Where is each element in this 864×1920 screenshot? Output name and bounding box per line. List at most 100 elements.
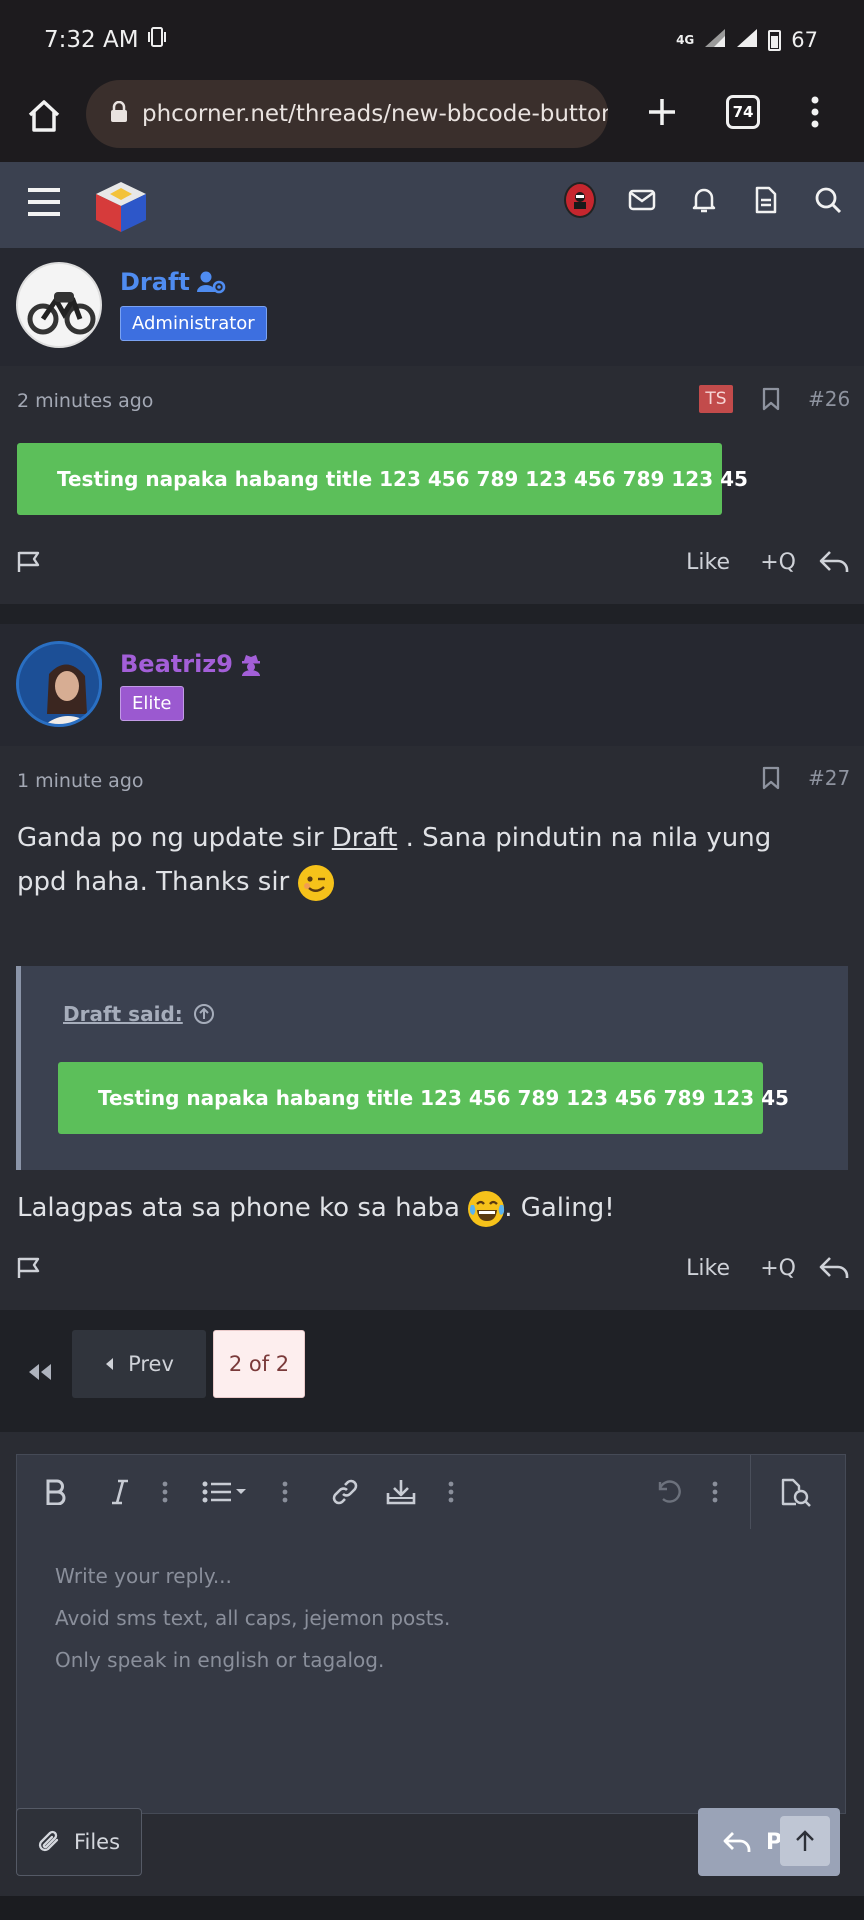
wink-emoji-icon bbox=[297, 864, 334, 901]
more-vert-icon bbox=[282, 1481, 288, 1503]
site-logo[interactable] bbox=[92, 178, 150, 236]
insert-link-button[interactable] bbox=[329, 1475, 361, 1509]
new-tab-button[interactable] bbox=[640, 90, 684, 134]
role-badge-elite: Elite bbox=[120, 686, 184, 721]
attach-files-button[interactable]: Files bbox=[16, 1808, 142, 1876]
report-button-26[interactable] bbox=[16, 550, 42, 574]
download-button-26[interactable]: Testing napaka habang title 123 456 789 … bbox=[17, 443, 748, 515]
post-separator bbox=[0, 604, 864, 624]
multiquote-button-27[interactable]: +Q bbox=[760, 1256, 796, 1281]
reply-button-26[interactable] bbox=[818, 548, 850, 576]
more-vert-icon bbox=[448, 1481, 454, 1503]
first-page-button[interactable] bbox=[26, 1362, 54, 1382]
url-path: /threads/new-bbcode-button bbox=[288, 101, 608, 127]
bookmark-icon bbox=[762, 387, 780, 411]
account-avatar-button[interactable] bbox=[564, 182, 596, 218]
lock-icon bbox=[110, 100, 128, 127]
flag-icon bbox=[17, 1257, 40, 1278]
envelope-icon bbox=[628, 189, 656, 211]
bookmark-button-26[interactable] bbox=[761, 387, 781, 411]
reply-button-27[interactable] bbox=[818, 1254, 850, 1282]
reply-editor-area: Write your reply... Avoid sms text, all … bbox=[0, 1432, 864, 1920]
status-time: 7:32 AM bbox=[44, 27, 139, 53]
tab-switcher-button[interactable]: 74 bbox=[726, 95, 760, 129]
more-vert-icon bbox=[811, 96, 819, 128]
post-26-time[interactable]: 2 minutes ago bbox=[17, 390, 153, 412]
network-label: 4G bbox=[676, 33, 695, 47]
like-button-26[interactable]: Like bbox=[686, 550, 730, 575]
multiquote-button-26[interactable]: +Q bbox=[760, 550, 796, 575]
user-cog-icon bbox=[196, 271, 226, 294]
bold-button[interactable] bbox=[41, 1475, 71, 1509]
quoted-download-button[interactable]: Testing napaka habang title 123 456 789 … bbox=[58, 1062, 789, 1134]
bookmark-icon bbox=[762, 766, 780, 790]
italic-button[interactable] bbox=[105, 1475, 135, 1509]
browser-menu-button[interactable] bbox=[800, 92, 830, 132]
undo-button[interactable] bbox=[653, 1475, 683, 1509]
reply-editor[interactable]: Write your reply... Avoid sms text, all … bbox=[16, 1454, 846, 1814]
editor-placeholder: Write your reply... Avoid sms text, all … bbox=[55, 1555, 450, 1681]
placeholder-line-2: Avoid sms text, all caps, jejemon posts. bbox=[55, 1606, 451, 1630]
logo-icon bbox=[96, 182, 146, 232]
more-insert-options-button[interactable] bbox=[445, 1475, 457, 1509]
files-label: Files bbox=[73, 1830, 121, 1854]
paperclip-icon bbox=[38, 1830, 59, 1852]
prev-label: Prev bbox=[128, 1352, 174, 1376]
battery-level: 67 bbox=[791, 28, 818, 52]
more-list-options-button[interactable] bbox=[279, 1475, 291, 1509]
battery-icon bbox=[768, 29, 782, 51]
toolbar-divider bbox=[750, 1455, 751, 1529]
more-text-options-button[interactable] bbox=[159, 1475, 171, 1509]
username-beatriz9-text: Beatriz9 bbox=[120, 650, 233, 678]
quote-author[interactable]: Draft said: bbox=[63, 1002, 183, 1026]
username-draft[interactable]: Draft bbox=[120, 268, 226, 296]
message-text-3: Lalagpas ata sa phone ko sa haba bbox=[17, 1193, 469, 1223]
mention-draft[interactable]: Draft bbox=[332, 823, 398, 853]
bookmark-button-27[interactable] bbox=[761, 766, 781, 790]
post-number-27[interactable]: #27 bbox=[808, 766, 850, 790]
message-text-1: Ganda po ng update sir bbox=[17, 823, 332, 853]
prev-page-button[interactable]: Prev bbox=[72, 1330, 206, 1398]
placeholder-line-3: Only speak in english or tagalog. bbox=[55, 1648, 385, 1672]
post-26-actions: Like +Q bbox=[0, 538, 864, 588]
document-icon bbox=[755, 186, 777, 214]
pagination: Prev 2 of 2 bbox=[0, 1310, 864, 1430]
home-button[interactable] bbox=[24, 96, 64, 136]
scroll-to-top-button[interactable] bbox=[780, 1816, 830, 1866]
post-27-time[interactable]: 1 minute ago bbox=[17, 770, 144, 792]
alerts-button[interactable] bbox=[688, 184, 720, 216]
italic-icon bbox=[112, 1479, 128, 1505]
download-label-26: Testing napaka habang title 123 456 789 … bbox=[57, 467, 748, 491]
like-button-27[interactable]: Like bbox=[686, 1256, 730, 1281]
user-avatar-beatriz9[interactable] bbox=[16, 641, 102, 727]
bold-icon bbox=[46, 1479, 66, 1505]
insert-download-button[interactable] bbox=[385, 1475, 417, 1509]
flag-icon bbox=[17, 551, 40, 572]
placeholder-line-1: Write your reply... bbox=[55, 1564, 232, 1588]
page-indicator[interactable]: 2 of 2 bbox=[213, 1330, 305, 1398]
whats-new-button[interactable] bbox=[750, 184, 782, 216]
reply-arrow-icon bbox=[819, 551, 849, 572]
reply-arrow-icon bbox=[819, 1257, 849, 1278]
signal-icon-2 bbox=[736, 28, 758, 53]
list-button[interactable] bbox=[201, 1475, 251, 1509]
username-beatriz9[interactable]: Beatriz9 bbox=[120, 650, 263, 678]
signal-icon bbox=[704, 28, 726, 53]
more-history-options-button[interactable] bbox=[709, 1475, 721, 1509]
tears-of-joy-emoji-icon bbox=[468, 1190, 505, 1227]
url-bar[interactable]: phcorner.net/threads/new-bbcode-button bbox=[86, 80, 608, 148]
quote-header[interactable]: Draft said: bbox=[63, 1002, 215, 1026]
hamburger-menu-button[interactable] bbox=[26, 186, 66, 222]
caret-left-icon bbox=[106, 1358, 114, 1370]
post-number-26[interactable]: #26 bbox=[808, 387, 850, 411]
user-avatar-draft[interactable] bbox=[16, 262, 102, 348]
preview-button[interactable] bbox=[779, 1475, 813, 1509]
inbox-button[interactable] bbox=[626, 184, 658, 216]
hamburger-icon bbox=[28, 188, 60, 216]
search-button[interactable] bbox=[812, 184, 844, 216]
arrow-up-circle-icon[interactable] bbox=[193, 1003, 215, 1025]
list-icon bbox=[202, 1481, 246, 1503]
editor-toolbar bbox=[17, 1455, 847, 1531]
quote-block: Draft said: Testing napaka habang title … bbox=[16, 966, 848, 1170]
report-button-27[interactable] bbox=[16, 1256, 42, 1280]
